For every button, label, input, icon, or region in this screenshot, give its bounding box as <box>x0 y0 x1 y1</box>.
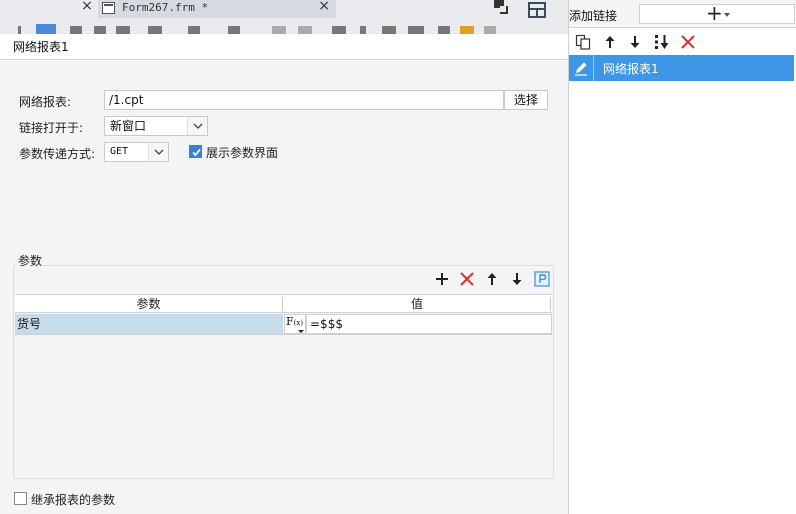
param-method-value: GET <box>110 146 129 157</box>
inherit-params-label: 继承报表的参数 <box>31 493 116 507</box>
formula-button[interactable]: F(x) <box>284 314 306 334</box>
param-name-cell[interactable]: 货号 <box>15 314 283 334</box>
toolbar-glyph <box>228 26 240 34</box>
tab-title: Form267.frm * <box>122 1 209 14</box>
toolbar-glyph <box>484 26 496 34</box>
delete-icon[interactable] <box>680 34 696 50</box>
toolbar-glyph <box>188 26 200 34</box>
move-up-icon[interactable] <box>602 34 618 50</box>
link-item-label: 网络报表1 <box>603 62 659 76</box>
chevron-down-icon[interactable] <box>187 117 207 135</box>
params-table-header: 参数 值 <box>15 294 552 313</box>
toolbar-active-glyph <box>36 24 56 34</box>
link-panel-title: 添加链接 <box>569 9 618 23</box>
delete-icon[interactable] <box>459 271 475 287</box>
column-header-param: 参数 <box>136 297 161 311</box>
link-list-panel: 添加链接 + 网络报表1 <box>568 0 796 514</box>
move-down-icon[interactable] <box>627 34 643 50</box>
report-path-field[interactable]: /1.cpt <box>104 90 504 110</box>
arrow-down-icon[interactable] <box>509 271 525 287</box>
param-value-cell[interactable]: =$$$ <box>306 314 552 334</box>
toolbar-glyph <box>360 26 366 34</box>
show-params-checkbox[interactable] <box>189 145 202 158</box>
link-panel-toolbar <box>569 29 796 55</box>
toolbar-glyph <box>18 26 21 34</box>
background-toolbar <box>0 22 500 34</box>
column-header-value: 值 <box>410 297 423 311</box>
arrow-up-icon[interactable] <box>484 271 500 287</box>
column-separator <box>550 297 551 311</box>
dropdown-arrow-icon <box>724 13 730 17</box>
toolbar-glyph <box>438 26 450 34</box>
copy-icon[interactable] <box>575 34 591 50</box>
params-table: 参数 值 货号 F(x) =$$$ <box>15 294 552 475</box>
toolbar-glyph <box>298 26 312 34</box>
formula-fx-icon: F(x) <box>286 315 304 328</box>
params-group-title: 参数 <box>17 252 44 269</box>
layout-grid-icon[interactable] <box>528 2 546 18</box>
edit-pencil-icon <box>569 55 594 81</box>
inherit-params-checkbox[interactable] <box>14 492 27 505</box>
toolbar-glyph <box>460 26 474 34</box>
link-panel-header: 添加链接 + <box>569 0 796 28</box>
select-report-button[interactable]: 选择 <box>504 90 548 110</box>
toolbar-glyph <box>94 26 106 34</box>
plus-icon[interactable] <box>434 271 450 287</box>
widget-corner-icon[interactable] <box>494 0 508 14</box>
background-editor-strip: × Form267.frm * × <box>0 0 568 34</box>
toolbar-glyph <box>332 26 346 34</box>
chevron-down-icon[interactable] <box>148 143 168 161</box>
open-in-select[interactable]: 新窗口 <box>104 116 208 136</box>
open-in-label: 链接打开于: <box>19 121 84 135</box>
toolbar-glyph <box>382 26 396 34</box>
page-title: 网络报表1 <box>13 40 69 54</box>
previous-tab-close-icon[interactable]: × <box>80 0 94 14</box>
toolbar-glyph <box>408 26 424 34</box>
tab-form267[interactable]: Form267.frm * × <box>98 0 336 18</box>
open-in-value: 新窗口 <box>110 119 147 133</box>
hyperlink-editor-title-bar: 网络报表1 <box>0 34 568 60</box>
parameter-p-icon[interactable] <box>534 271 550 287</box>
add-link-button[interactable]: + <box>639 1 795 25</box>
report-label: 网络报表: <box>19 95 72 109</box>
param-method-label: 参数传递方式: <box>19 147 96 161</box>
tab-close-icon[interactable]: × <box>318 0 330 13</box>
table-row[interactable]: 货号 F(x) =$$$ <box>15 314 552 335</box>
toolbar-glyph <box>148 26 162 34</box>
hyperlink-settings-pane: 网络报表: /1.cpt 选择 链接打开于: 新窗口 参数传递方式: GET 展… <box>0 61 568 514</box>
sort-icon[interactable] <box>654 34 670 50</box>
toolbar-glyph <box>116 26 130 34</box>
formula-dropdown-icon <box>298 330 304 333</box>
form-file-icon <box>102 2 115 14</box>
show-params-label: 展示参数界面 <box>206 146 279 160</box>
plus-icon: + <box>706 1 723 25</box>
toolbar-glyph <box>272 26 286 34</box>
param-method-select[interactable]: GET <box>104 142 169 162</box>
list-item[interactable]: 网络报表1 <box>569 55 794 81</box>
toolbar-glyph <box>70 26 82 34</box>
